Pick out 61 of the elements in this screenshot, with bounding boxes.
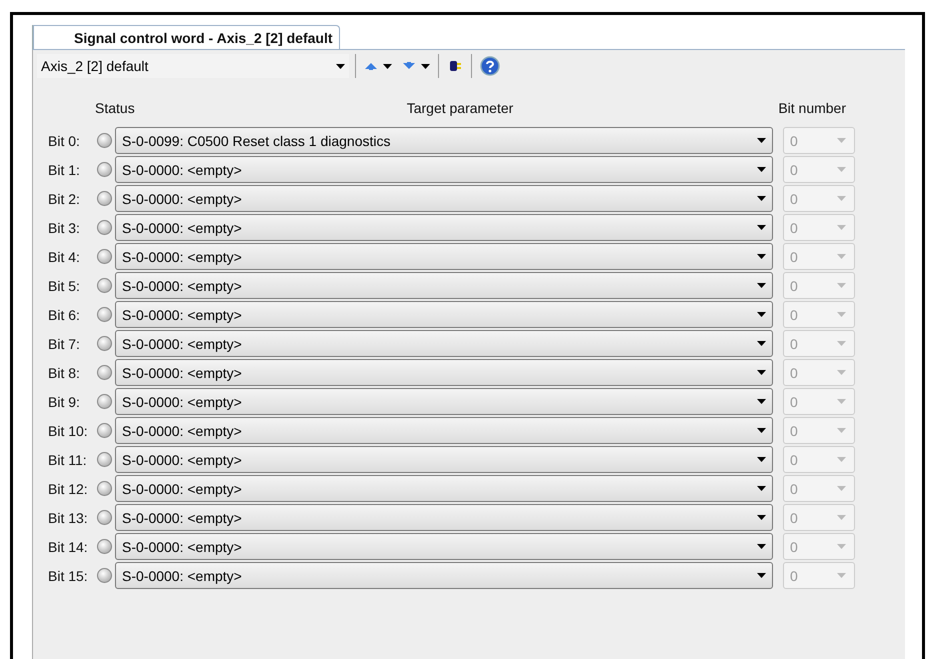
caret-icon	[837, 167, 846, 172]
bit-label: Bit 11:	[47, 452, 88, 468]
down-arrow-icon	[402, 60, 416, 72]
caret-icon	[757, 428, 766, 433]
caret-icon	[757, 283, 766, 288]
bit-number-header: Bit number	[778, 100, 846, 116]
caret-icon	[383, 64, 392, 68]
caret-icon	[757, 167, 766, 172]
caret-icon	[757, 254, 766, 259]
bit-label: Bit 0:	[47, 132, 81, 148]
caret-icon	[837, 138, 846, 143]
caret-icon	[837, 341, 846, 346]
caret-icon	[837, 457, 846, 462]
caret-icon	[837, 486, 846, 491]
help-button[interactable]	[478, 54, 502, 78]
caret-icon	[757, 341, 766, 346]
caret-icon	[837, 196, 846, 201]
bit-label: Bit 1:	[47, 162, 81, 178]
caret-icon	[757, 370, 766, 375]
caret-icon	[757, 486, 766, 491]
caret-icon	[757, 196, 766, 201]
caret-icon	[757, 138, 766, 143]
caret-icon	[837, 254, 846, 259]
caret-icon	[837, 225, 846, 230]
caret-icon	[757, 399, 766, 404]
caret-icon	[837, 428, 846, 433]
caret-icon	[757, 573, 766, 578]
target-parameter-header: Target parameter	[406, 100, 514, 116]
caret-icon	[757, 225, 766, 230]
bit-label: Bit 6:	[47, 306, 81, 322]
bit-label: Bit 14:	[47, 538, 89, 554]
caret-icon	[837, 573, 846, 578]
bit-label: Bit 13:	[47, 510, 89, 526]
caret-icon	[421, 64, 430, 68]
document-tab[interactable]: Signal control word - Axis_2 [2] default	[33, 25, 340, 49]
caret-icon	[757, 312, 766, 317]
up-arrow-icon	[364, 60, 378, 72]
bit-label: Bit 4:	[47, 248, 81, 264]
bit-label: Bit 3:	[47, 220, 81, 236]
bit-label: Bit 2:	[47, 190, 81, 206]
caret-icon	[837, 544, 846, 549]
bit-label: Bit 5:	[47, 278, 81, 294]
bit-label: Bit 10:	[47, 422, 89, 438]
caret-icon	[837, 399, 846, 404]
bit-label: Bit 12:	[47, 480, 89, 496]
status-header: Status	[95, 100, 135, 116]
bit-label: Bit 15:	[47, 568, 89, 584]
bit-label: Bit 9:	[47, 394, 81, 410]
caret-icon	[757, 457, 766, 462]
caret-icon	[837, 370, 846, 375]
plug-icon	[447, 58, 463, 74]
axis-dropdown[interactable]: Axis_2 [2] default	[37, 54, 349, 78]
bit-label: Bit 8:	[47, 364, 81, 380]
bit-label: Bit 7:	[47, 336, 81, 352]
caret-icon	[837, 515, 846, 520]
caret-icon	[837, 283, 846, 288]
caret-icon	[336, 64, 345, 68]
help-icon	[480, 56, 500, 76]
caret-icon	[757, 515, 766, 520]
caret-icon	[757, 544, 766, 549]
caret-icon	[837, 312, 846, 317]
